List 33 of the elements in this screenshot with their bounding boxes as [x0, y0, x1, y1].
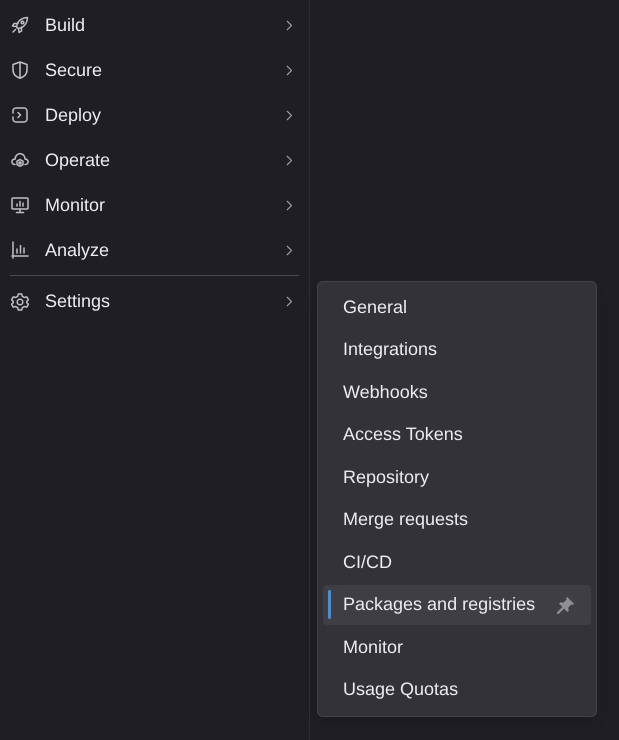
sidebar-item[interactable]: Operate [0, 138, 299, 182]
chevron-right-icon [286, 200, 293, 210]
sidebar-item[interactable]: Monitor [0, 182, 299, 228]
chevron-right-icon [286, 244, 293, 256]
menu-item[interactable]: Merge requests [323, 500, 591, 540]
pin-icon[interactable] [557, 596, 575, 614]
menu-item[interactable]: Repository [323, 457, 591, 497]
menu-item[interactable]: Integrations [323, 330, 591, 370]
active-indicator-bar [328, 590, 331, 618]
menu-item[interactable]: Monitor [323, 627, 591, 667]
sidebar-item[interactable]: Analyze [0, 228, 299, 272]
sidebar-item[interactable]: Deploy [0, 92, 299, 138]
menu-item[interactable]: Webhooks [323, 372, 591, 412]
rocket-icon [10, 15, 30, 35]
cloud-icon [10, 150, 30, 170]
sidebar-item[interactable]: Build [0, 2, 299, 48]
chevron-right-icon [286, 154, 293, 166]
chevron-right-icon [286, 64, 293, 76]
monitor-chart-icon [10, 195, 30, 215]
bar-chart-icon [10, 240, 30, 260]
menu-item[interactable]: Packages and registries [323, 584, 591, 624]
menu-item[interactable]: CI/CD [323, 542, 591, 582]
chevron-right-icon [286, 20, 293, 30]
menu-item[interactable]: General [323, 287, 591, 327]
shield-icon [10, 60, 30, 80]
terminal-square-icon [10, 105, 30, 125]
sidebar-item[interactable]: Secure [0, 48, 299, 92]
sidebar-item[interactable]: Settings [0, 279, 299, 324]
menu-item[interactable]: Access Tokens [323, 414, 591, 454]
chevron-right-icon [286, 296, 293, 307]
settings-icon [10, 292, 30, 312]
menu-item[interactable]: Usage Quotas [323, 670, 591, 710]
chevron-right-icon [286, 110, 293, 120]
